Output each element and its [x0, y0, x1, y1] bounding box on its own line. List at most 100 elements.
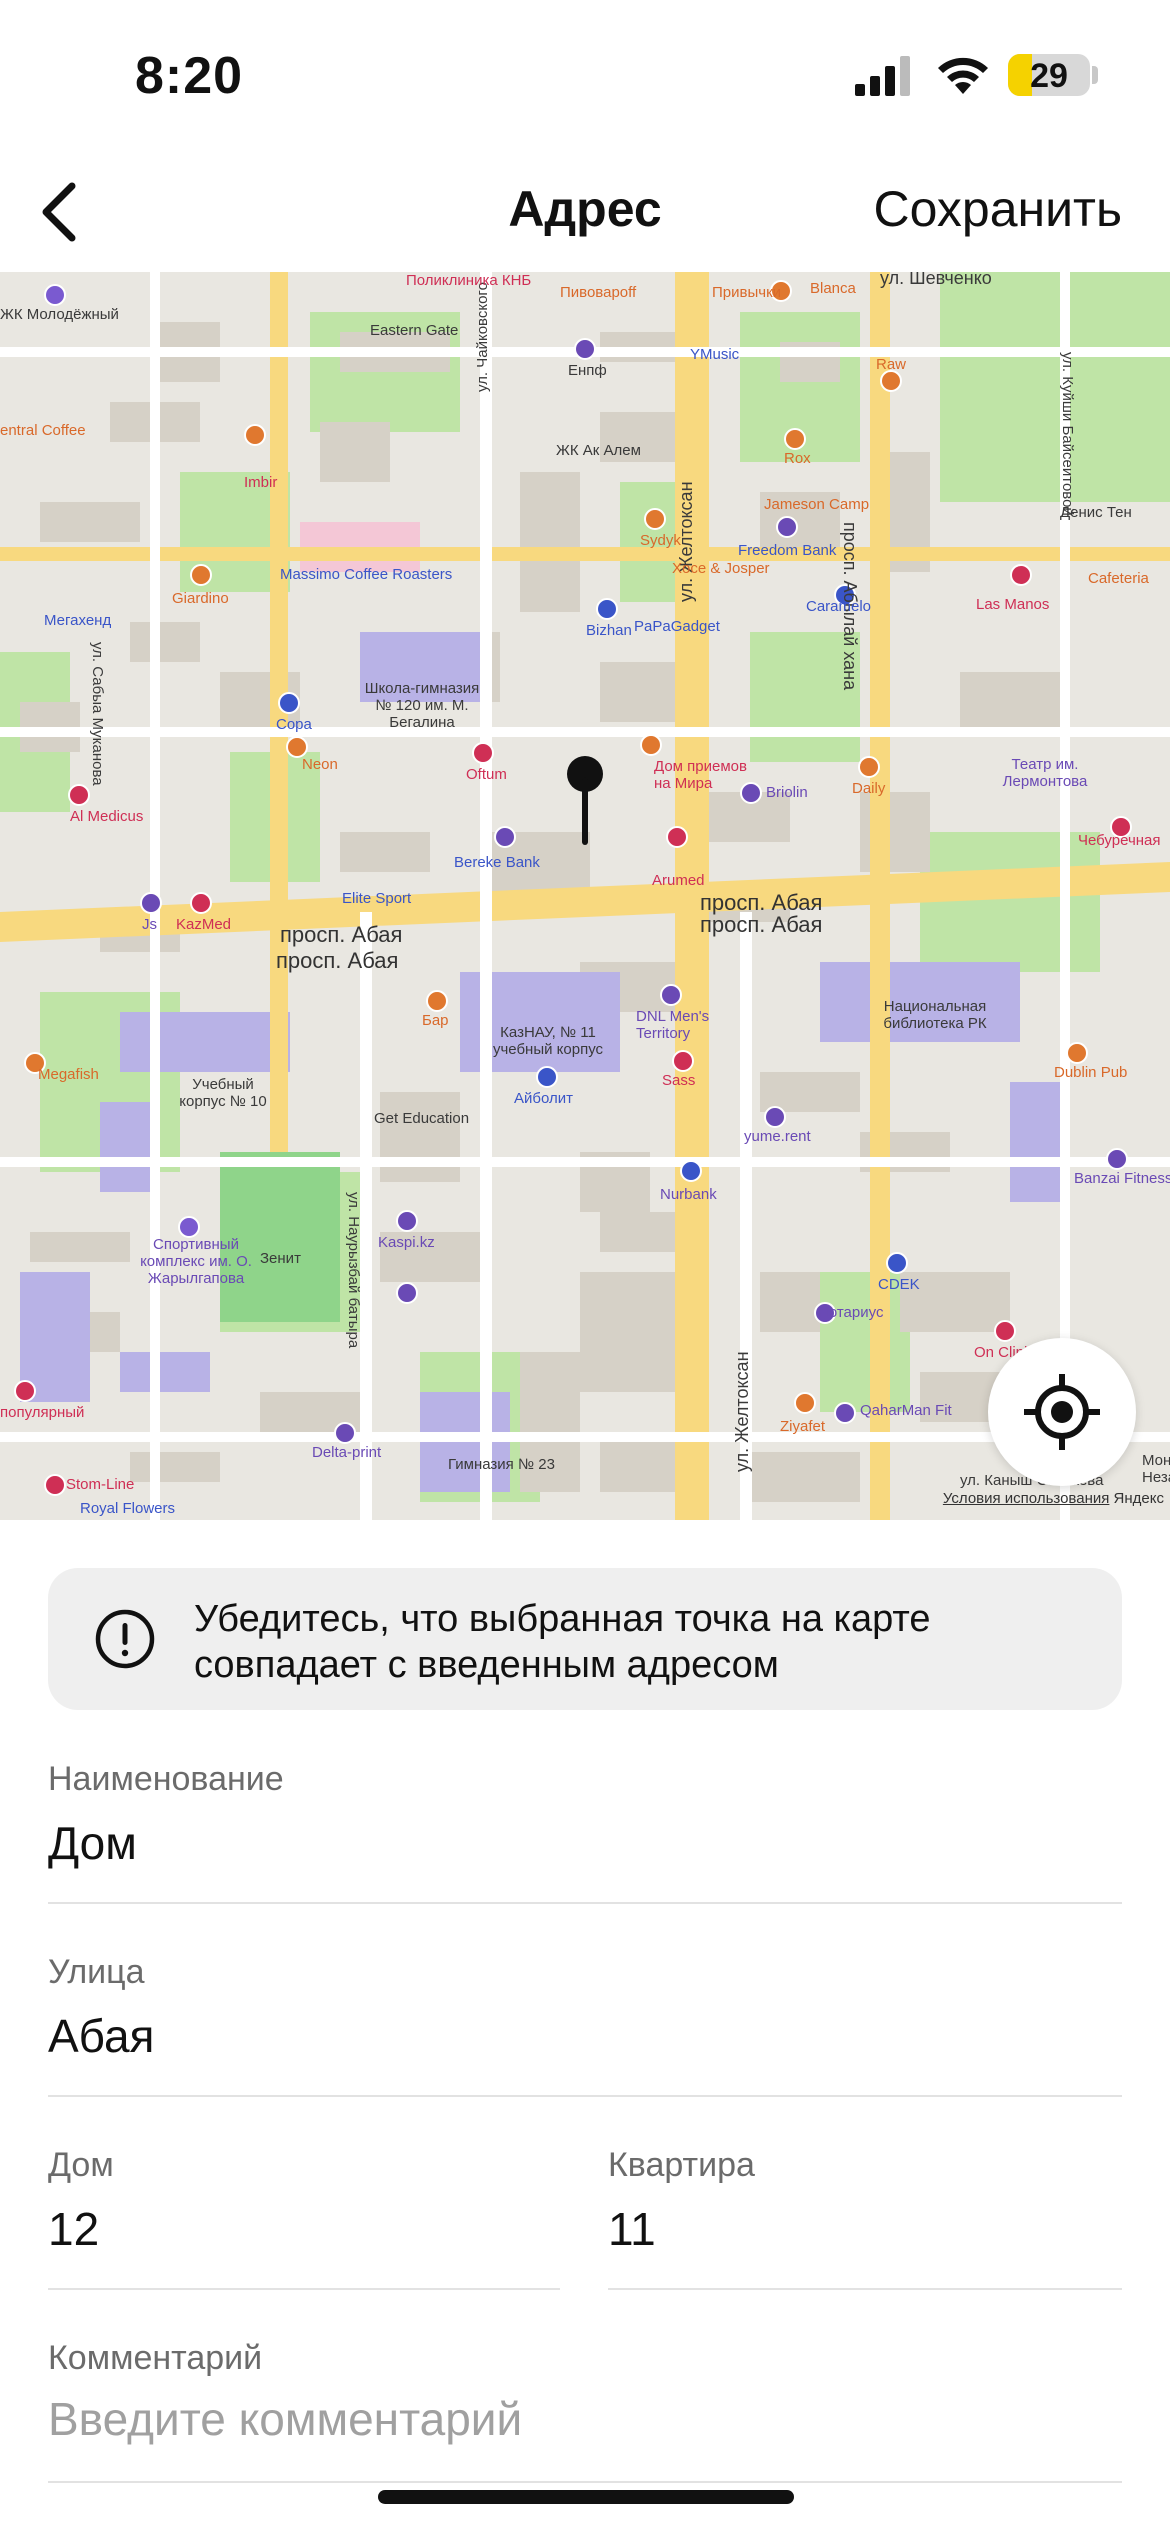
- map-place-label: Cafeteria: [1088, 570, 1149, 587]
- my-location-button[interactable]: [988, 1338, 1136, 1486]
- poi-marker[interactable]: [190, 892, 212, 914]
- map-place-label: Nurbank: [660, 1186, 717, 1203]
- poi-marker[interactable]: [994, 1320, 1016, 1342]
- map-place-label: CDEK: [878, 1276, 920, 1293]
- map-place-label: Copa: [276, 716, 312, 733]
- poi-marker[interactable]: [666, 826, 688, 848]
- poi-marker[interactable]: [1106, 1148, 1128, 1170]
- map-place-label: Спортивный комплекс им. О. Жарылгапова: [140, 1236, 252, 1287]
- poi-marker[interactable]: [396, 1210, 418, 1232]
- map-place-label: Las Manos: [976, 596, 1050, 613]
- poi-marker[interactable]: [68, 784, 90, 806]
- field-label: Наименование: [48, 1760, 284, 1798]
- map-place-label: Rox: [784, 450, 811, 467]
- poi-marker[interactable]: [536, 1066, 558, 1088]
- map-place-label: Пивовароff: [560, 284, 637, 301]
- poi-marker[interactable]: [660, 984, 682, 1006]
- poi-marker[interactable]: [44, 1474, 66, 1496]
- map-place-label: Поликлиника КНБ: [406, 272, 532, 289]
- poi-marker[interactable]: [794, 1392, 816, 1414]
- street-field[interactable]: Улица Абая: [48, 1953, 1122, 2097]
- poi-marker[interactable]: [14, 1380, 36, 1402]
- map-place-label: KazMed: [176, 916, 232, 933]
- poi-marker[interactable]: [880, 370, 902, 392]
- map-place-label: Delta-print: [312, 1444, 382, 1461]
- poi-marker[interactable]: [140, 892, 162, 914]
- poi-marker[interactable]: [244, 424, 266, 446]
- apartment-field[interactable]: Квартира 11: [608, 2146, 1122, 2290]
- apartment-value[interactable]: 11: [608, 2202, 656, 2256]
- map-place-label: Sass: [662, 1072, 696, 1089]
- poi-marker[interactable]: [396, 1282, 418, 1304]
- poi-marker[interactable]: [178, 1216, 200, 1238]
- status-bar: 8:20 29: [0, 0, 1170, 150]
- map-street-label: ул. Наурызбай батыра: [345, 1192, 362, 1349]
- map-street-label: ул. Желтоксан: [732, 1351, 752, 1472]
- poi-marker[interactable]: [426, 990, 448, 1012]
- house-value[interactable]: 12: [48, 2202, 99, 2256]
- map-place-label: Freedom Bank: [738, 542, 837, 559]
- map-place-label: Massimo Coffee Roasters: [280, 566, 453, 583]
- poi-marker[interactable]: [472, 742, 494, 764]
- map-place-label: Giardino: [172, 590, 229, 607]
- poi-marker[interactable]: [776, 516, 798, 538]
- poi-marker[interactable]: [286, 736, 308, 758]
- navigation-bar: Адрес Сохранить: [0, 150, 1170, 272]
- cellular-signal-icon: [855, 56, 910, 96]
- map-street-label: просп. Абая: [700, 912, 823, 937]
- poi-marker[interactable]: [858, 756, 880, 778]
- map-view[interactable]: ул. Шевченко ул. Чайковского ул. Желтокс…: [0, 272, 1170, 1520]
- map-street-label: ул. Куйши Байсеитовой: [1059, 352, 1076, 516]
- name-value[interactable]: Дом: [48, 1816, 137, 1870]
- poi-marker[interactable]: [574, 338, 596, 360]
- map-place-label: Мегахенд: [44, 612, 112, 629]
- poi-marker[interactable]: [1066, 1042, 1088, 1064]
- poi-marker[interactable]: [278, 692, 300, 714]
- map-place-label: Айболит: [514, 1090, 573, 1107]
- map-place-label: Blanca: [810, 280, 856, 297]
- poi-marker[interactable]: [640, 734, 662, 756]
- comment-input[interactable]: [48, 2389, 1122, 2449]
- comment-field[interactable]: Комментарий: [48, 2339, 1122, 2483]
- map-place-label: Caramelo: [806, 598, 872, 615]
- poi-marker[interactable]: [886, 1252, 908, 1274]
- map-place-label: ЖК Молодёжный: [0, 306, 119, 323]
- poi-marker[interactable]: [672, 1050, 694, 1072]
- map-terms-link[interactable]: Условия использования: [943, 1490, 1110, 1507]
- poi-marker[interactable]: [494, 826, 516, 848]
- poi-marker[interactable]: [596, 598, 618, 620]
- map-place-label: yume.rent: [744, 1128, 811, 1145]
- map-street-label: просп. Абая: [276, 948, 399, 973]
- poi-marker[interactable]: [44, 284, 66, 306]
- street-value[interactable]: Абая: [48, 2009, 154, 2063]
- map-place-label: YMusic: [690, 346, 740, 363]
- map-place-label: ЖК Ак Алем: [556, 442, 641, 459]
- poi-marker[interactable]: [784, 428, 806, 450]
- map-place-label: Денис Тен: [1060, 504, 1132, 521]
- poi-marker[interactable]: [680, 1160, 702, 1182]
- name-field[interactable]: Наименование Дом: [48, 1760, 1122, 1904]
- save-button[interactable]: Сохранить: [874, 180, 1122, 238]
- status-time: 8:20: [135, 47, 244, 105]
- battery-level: 29: [1030, 57, 1068, 95]
- map-place-label: Neon: [302, 756, 338, 773]
- map-place-label: Бар: [422, 1012, 449, 1029]
- map-place-label: Школа-гимназия № 120 им. М. Бегалина: [364, 680, 480, 731]
- poi-marker[interactable]: [834, 1402, 856, 1424]
- map-place-label: Мон Незав: [1142, 1452, 1170, 1486]
- map-place-label: Elite Sport: [342, 890, 412, 907]
- poi-marker[interactable]: [190, 564, 212, 586]
- poi-marker[interactable]: [1010, 564, 1032, 586]
- map-place-label: Imbir: [244, 474, 278, 491]
- map-street-label: ул. Чайковского: [474, 282, 491, 392]
- notice-text: Убедитесь, что выбранная точка на карте …: [194, 1598, 931, 1686]
- map-place-label: Stom-Line: [66, 1476, 135, 1493]
- map-street-label: просп. Абая: [280, 922, 403, 947]
- poi-marker[interactable]: [764, 1106, 786, 1128]
- map-place-label: Sydyk: [640, 532, 681, 549]
- poi-marker[interactable]: [644, 508, 666, 530]
- poi-marker[interactable]: [334, 1422, 356, 1444]
- map-place-label: Dublin Pub: [1054, 1064, 1128, 1081]
- map-place-label: Bizhan: [586, 622, 632, 639]
- house-field[interactable]: Дом 12: [48, 2146, 560, 2290]
